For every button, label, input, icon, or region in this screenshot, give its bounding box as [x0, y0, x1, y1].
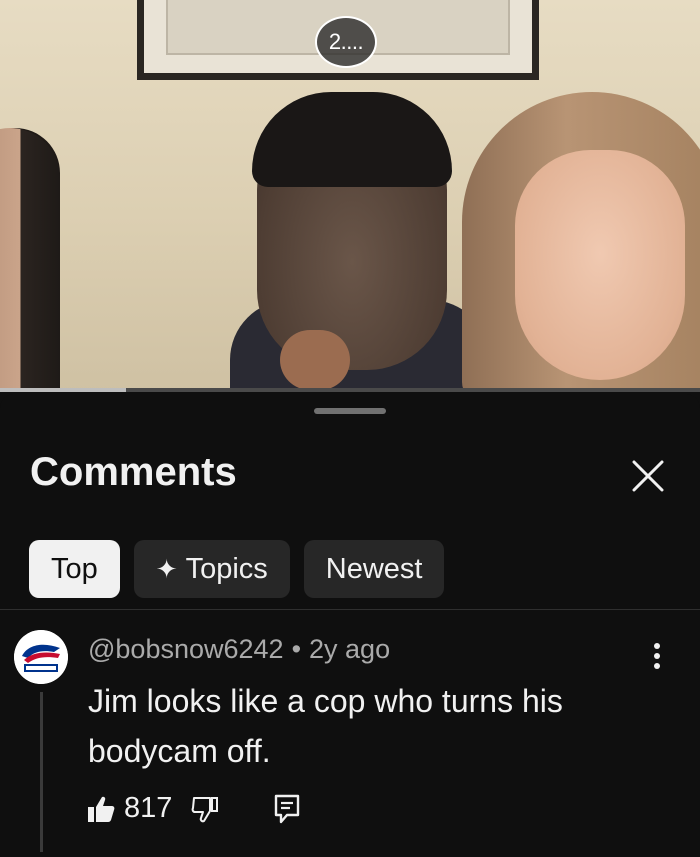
- author-handle[interactable]: @bobsnow6242: [88, 634, 284, 664]
- thumbs-down-icon: [192, 796, 219, 822]
- sparkle-icon: ✦: [155, 553, 178, 584]
- thread-line: [40, 692, 43, 852]
- chip-top[interactable]: Top: [29, 540, 120, 598]
- person-middle-hand: [280, 330, 350, 390]
- more-vertical-icon: [654, 643, 660, 669]
- video-progress-fill: [0, 388, 126, 392]
- video-player[interactable]: 2....: [0, 0, 700, 392]
- comment-text: Jim looks like a cop who turns his bodyc…: [88, 683, 563, 769]
- reply-button[interactable]: [272, 793, 302, 825]
- divider: [0, 609, 700, 610]
- person-middle-hair: [252, 92, 452, 187]
- chip-label: Top: [51, 552, 98, 585]
- drag-handle[interactable]: [314, 408, 386, 414]
- reply-icon: [275, 794, 300, 823]
- chip-label: Newest: [325, 552, 423, 585]
- thumbs-up-icon: [88, 796, 115, 822]
- panel-title: Comments: [30, 450, 237, 494]
- dislike-button[interactable]: [190, 794, 220, 824]
- filter-chips: Top ✦ Topics Newest: [29, 540, 445, 598]
- close-button[interactable]: [626, 454, 670, 498]
- close-icon: [632, 460, 664, 492]
- comment-item: @bobsnow6242 • 2y ago Jim looks like a cop…: [0, 622, 700, 852]
- chip-topics[interactable]: ✦ Topics: [133, 540, 290, 598]
- person-left: [0, 128, 60, 392]
- meta-separator: •: [291, 634, 302, 664]
- person-right-face: [515, 150, 685, 380]
- video-overlay-badge: 2....: [315, 16, 377, 68]
- comment-age: 2y ago: [309, 634, 391, 664]
- comment-more-button[interactable]: [640, 634, 674, 678]
- bills-logo-icon: [14, 630, 68, 684]
- comment-actions: 817: [86, 792, 302, 825]
- like-count: 817: [124, 792, 173, 824]
- like-button[interactable]: 817: [86, 792, 190, 825]
- chip-newest[interactable]: Newest: [303, 540, 445, 598]
- chip-label: Topics: [185, 552, 268, 585]
- avatar[interactable]: [14, 630, 68, 684]
- comments-sheet: Comments Top ✦ Topics Newest @bobsnow624…: [0, 394, 700, 857]
- comment-meta: @bobsnow6242 • 2y ago: [88, 634, 390, 665]
